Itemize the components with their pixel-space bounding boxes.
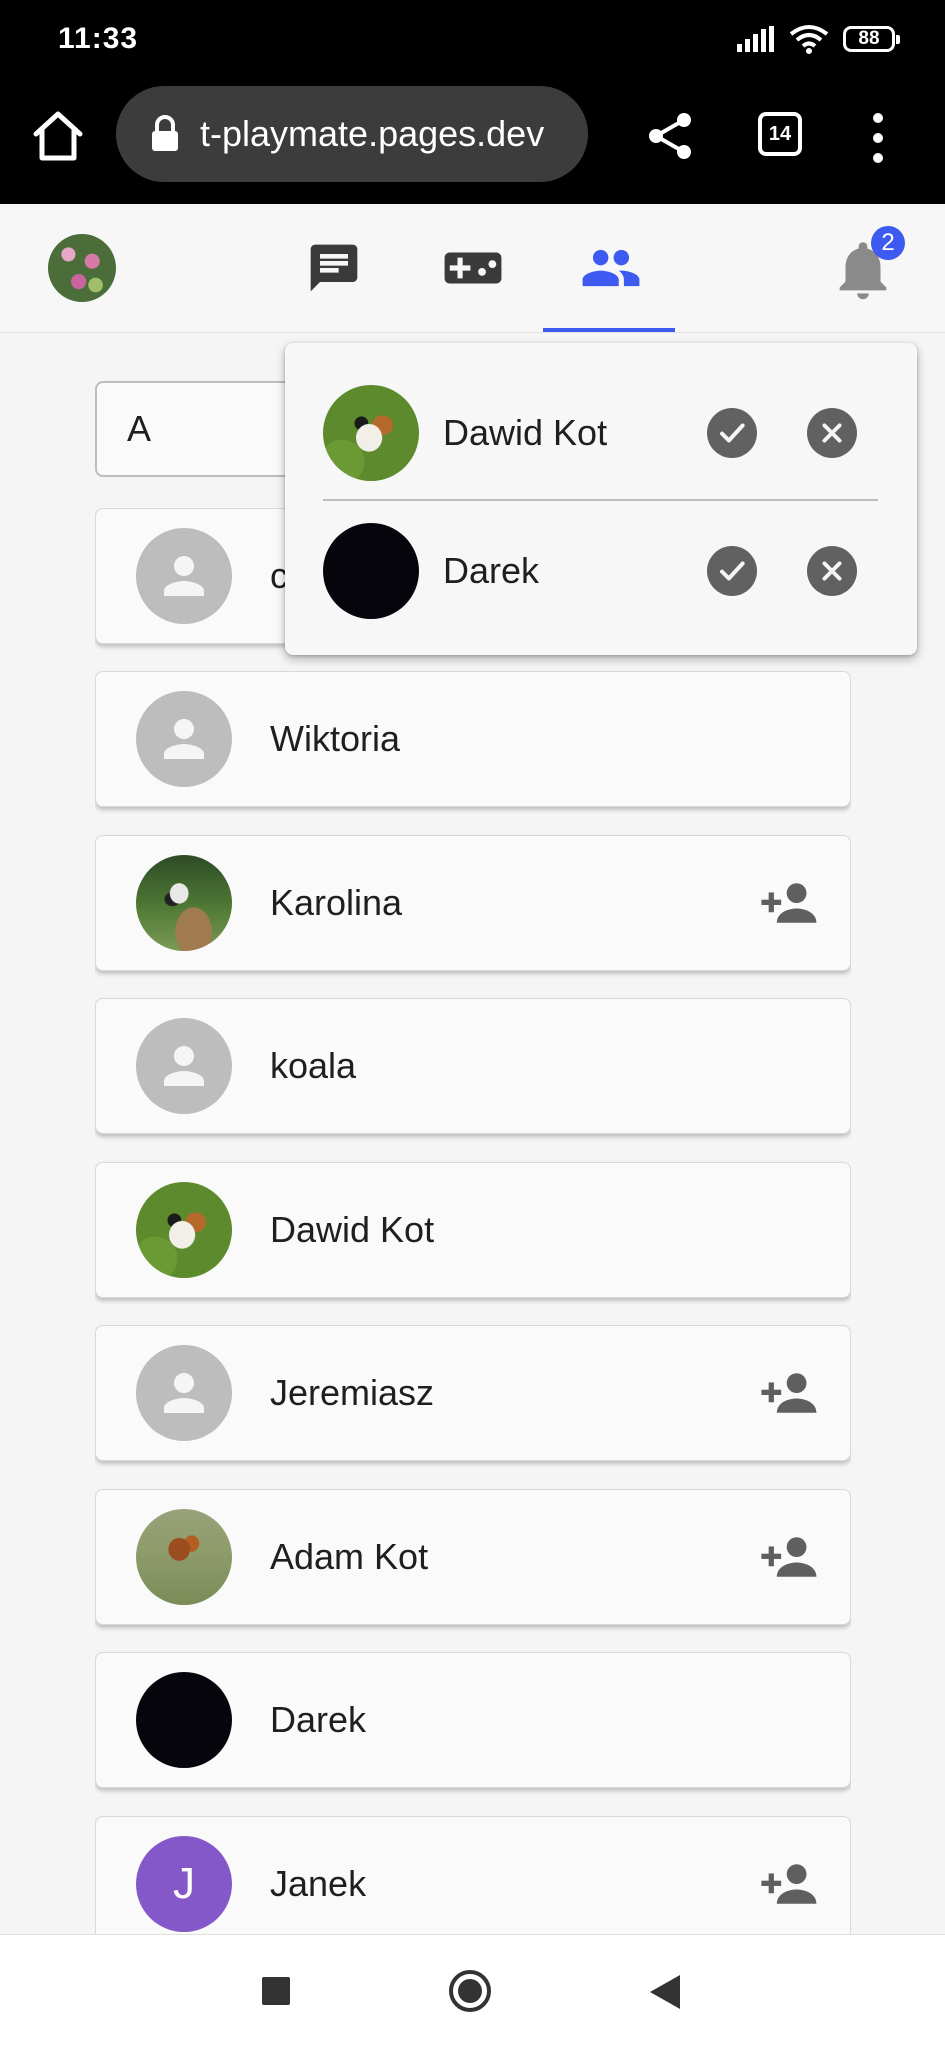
app-header: 2 <box>0 204 945 333</box>
battery-level: 88 <box>858 28 880 49</box>
person-icon <box>164 556 204 596</box>
gamepad-icon <box>444 252 502 284</box>
chat-icon <box>310 244 358 292</box>
photo-avatar <box>323 523 419 619</box>
person-icon <box>164 1046 204 1086</box>
photo-avatar <box>323 385 419 481</box>
requester-name: Darek <box>443 550 540 591</box>
list-item[interactable]: Dawid Kot <box>95 1162 851 1298</box>
user-name: Janek <box>270 1863 367 1904</box>
user-name: koala <box>270 1045 357 1086</box>
address-bar[interactable]: t-playmate.pages.dev <box>116 86 588 182</box>
add-friend-icon[interactable] <box>760 1371 820 1415</box>
divider <box>323 499 878 501</box>
home-icon[interactable] <box>30 108 86 164</box>
lock-icon <box>152 115 178 151</box>
photo-avatar <box>136 1182 232 1278</box>
share-icon[interactable] <box>644 110 696 162</box>
user-name: Karolina <box>270 882 403 923</box>
avatar-letter: J <box>173 1859 195 1908</box>
list-item[interactable]: Adam Kot <box>95 1489 851 1625</box>
default-avatar <box>136 528 232 624</box>
people-icon <box>582 249 640 287</box>
list-item[interactable]: koala <box>95 998 851 1134</box>
url-text[interactable]: t-playmate.pages.dev <box>200 113 544 155</box>
search-value: A <box>127 408 152 449</box>
tab-switcher-button[interactable]: 14 <box>758 112 802 156</box>
list-item[interactable]: Jeremiasz <box>95 1325 851 1461</box>
accept-request-button[interactable] <box>707 546 757 596</box>
status-time: 11:33 <box>58 22 139 55</box>
browser-toolbar: t-playmate.pages.dev 14 <box>0 84 945 204</box>
close-icon <box>822 561 842 581</box>
decline-request-button[interactable] <box>807 546 857 596</box>
back-icon[interactable] <box>648 1973 682 2011</box>
default-avatar <box>136 1345 232 1441</box>
user-name: Darek <box>270 1699 367 1740</box>
battery-indicator: 88 <box>843 26 900 52</box>
check-icon <box>720 423 745 443</box>
active-tab-indicator <box>543 328 675 332</box>
notification-count: 2 <box>881 229 895 256</box>
friend-request-item: Dawid Kot <box>285 373 917 493</box>
list-item[interactable]: Wiktoria <box>95 671 851 807</box>
add-friend-icon[interactable] <box>760 1535 820 1579</box>
list-item[interactable]: Darek <box>95 1652 851 1788</box>
add-friend-icon[interactable] <box>760 881 820 925</box>
default-avatar <box>136 691 232 787</box>
photo-avatar <box>136 1509 232 1605</box>
tab-chat[interactable] <box>298 232 370 304</box>
signal-icon <box>737 26 774 52</box>
friend-request-item: Darek <box>285 511 917 631</box>
close-icon <box>822 423 842 443</box>
tab-friends[interactable] <box>575 232 647 304</box>
list-item[interactable]: J Janek <box>95 1816 851 1934</box>
user-name: Jeremiasz <box>270 1372 435 1413</box>
user-name: Adam Kot <box>270 1536 429 1577</box>
tab-games[interactable] <box>437 232 509 304</box>
letter-avatar: J <box>136 1836 232 1932</box>
wifi-icon <box>789 25 829 54</box>
tab-count: 14 <box>768 122 792 145</box>
more-options-icon[interactable] <box>864 110 892 166</box>
person-icon <box>164 719 204 759</box>
recents-icon[interactable] <box>262 1977 290 2005</box>
check-icon <box>720 561 745 581</box>
user-name: Wiktoria <box>270 718 401 759</box>
user-name: Dawid Kot <box>270 1209 435 1250</box>
decline-request-button[interactable] <box>807 408 857 458</box>
default-avatar <box>136 1018 232 1114</box>
notification-badge: 2 <box>871 226 905 260</box>
status-icons: 88 <box>737 24 900 54</box>
requester-name: Dawid Kot <box>443 412 608 453</box>
profile-avatar[interactable] <box>48 234 116 302</box>
friend-requests-popup: Dawid Kot Darek <box>285 343 917 655</box>
person-icon <box>164 1373 204 1413</box>
photo-avatar <box>136 1672 232 1768</box>
list-item[interactable]: Karolina <box>95 835 851 971</box>
system-nav-bar <box>0 1934 945 2049</box>
accept-request-button[interactable] <box>707 408 757 458</box>
photo-avatar <box>136 855 232 951</box>
add-friend-icon[interactable] <box>760 1862 820 1906</box>
home-circle-icon[interactable] <box>448 1969 492 2013</box>
status-bar: 11:33 88 <box>0 0 945 84</box>
users-list: c Wiktoria Karolina koala Dawid Kot Jere… <box>95 508 851 1934</box>
